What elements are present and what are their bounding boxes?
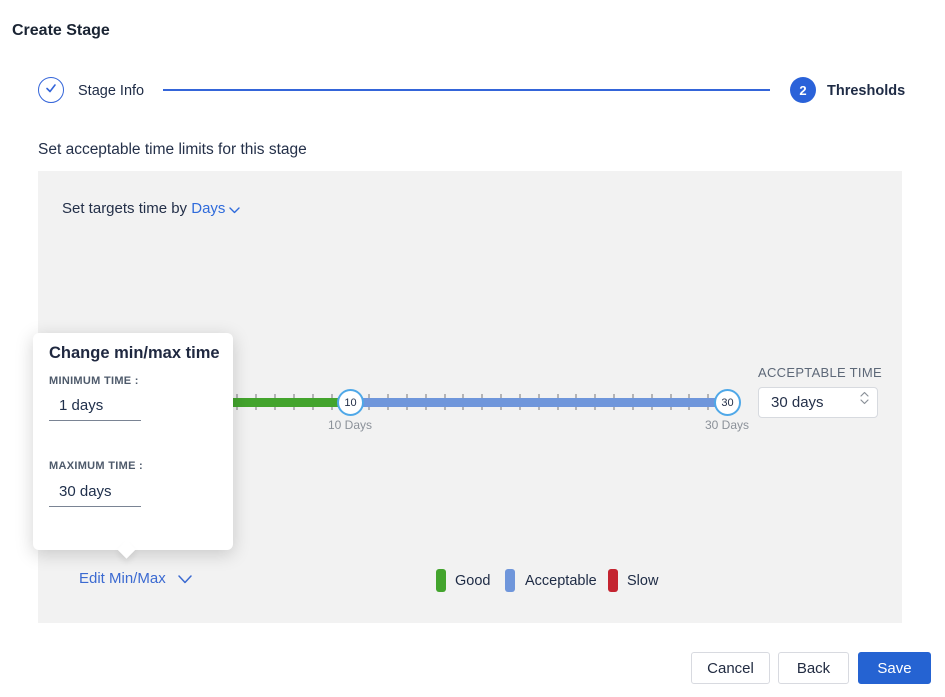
maximum-time-input[interactable] [49,483,141,507]
slider-handle-min[interactable]: 10 [337,389,364,416]
acceptable-time-stepper[interactable] [860,391,869,405]
target-time-unit-dropdown[interactable]: Days [191,200,240,217]
maximum-time-label: MAXIMUM TIME : [49,460,143,472]
step2-number: 2 [799,83,806,98]
create-stage-screen: Create Stage Stage Info 2 Thresholds Set… [0,0,945,697]
acceptable-time-label: ACCEPTABLE TIME [758,365,882,380]
section-subtitle: Set acceptable time limits for this stag… [38,141,307,159]
edit-minmax-link[interactable]: Edit Min/Max [79,570,192,588]
slider-max-label: 30 Days [687,418,767,432]
slider-handle-max[interactable]: 30 [714,389,741,416]
acceptable-time-box [758,387,878,418]
back-button[interactable]: Back [778,652,849,684]
target-time-prefix: Set targets time by [62,200,187,217]
legend-label-good: Good [455,573,490,589]
chevron-down-icon [178,571,192,588]
acceptable-time-input[interactable] [771,388,851,417]
change-minmax-popover: Change min/max time MINIMUM TIME : MAXIM… [33,333,233,550]
legend-swatch-acceptable [505,569,515,592]
step1-label[interactable]: Stage Info [78,83,144,99]
legend-swatch-slow [608,569,618,592]
step2-circle[interactable]: 2 [790,77,816,103]
slider-min-label: 10 Days [310,418,390,432]
check-icon [44,81,58,100]
chevron-up-icon [860,391,869,397]
chevron-down-icon [229,201,240,218]
legend-swatch-good [436,569,446,592]
legend-label-acceptable: Acceptable [525,573,597,589]
stepper-connector [163,89,770,91]
minimum-time-label: MINIMUM TIME : [49,375,139,387]
step2-label: Thresholds [827,83,905,99]
save-button[interactable]: Save [858,652,931,684]
minimum-time-input[interactable] [49,397,141,421]
step1-circle[interactable] [38,77,64,103]
chevron-down-icon [860,399,869,405]
slider-track-acceptable[interactable] [350,398,727,407]
cancel-button[interactable]: Cancel [691,652,770,684]
popover-title: Change min/max time [49,344,220,363]
page-title: Create Stage [12,22,110,40]
target-time-row: Set targets time by Days [62,200,240,218]
legend-label-slow: Slow [627,573,658,589]
